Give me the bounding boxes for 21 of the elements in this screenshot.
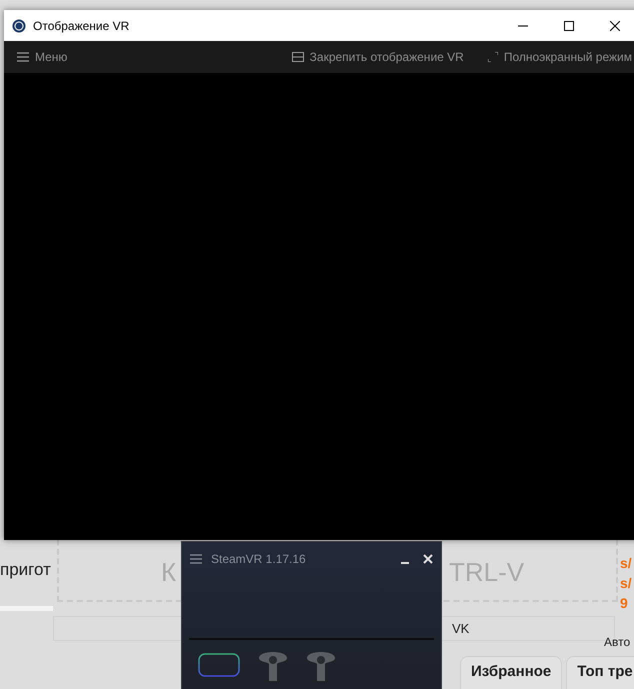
- window-icon: [292, 52, 304, 62]
- minimize-icon: [400, 562, 410, 564]
- tab[interactable]: Избранное: [460, 656, 562, 689]
- maximize-icon: [564, 20, 574, 30]
- close-button[interactable]: [421, 552, 435, 566]
- window-title: SteamVR 1.17.16: [211, 552, 306, 566]
- page-text: пригот: [0, 560, 51, 580]
- close-icon: [423, 554, 433, 564]
- window-title: Отображение VR: [33, 18, 130, 32]
- menu-button[interactable]: Меню: [11, 50, 74, 64]
- vk-label: VK: [452, 621, 470, 636]
- fullscreen-button[interactable]: Полноэкранный режим: [482, 50, 632, 64]
- headset-icon: [198, 653, 240, 677]
- close-icon: [610, 20, 620, 30]
- menu-icon[interactable]: [190, 554, 202, 564]
- menu-icon: [17, 52, 29, 62]
- tab[interactable]: Топ тре: [566, 656, 634, 689]
- side-label: Авто: [604, 635, 630, 649]
- vr-logo-icon: [12, 18, 26, 32]
- pin-button[interactable]: Закрепить отображение VR: [286, 50, 470, 64]
- fullscreen-icon: [488, 52, 498, 62]
